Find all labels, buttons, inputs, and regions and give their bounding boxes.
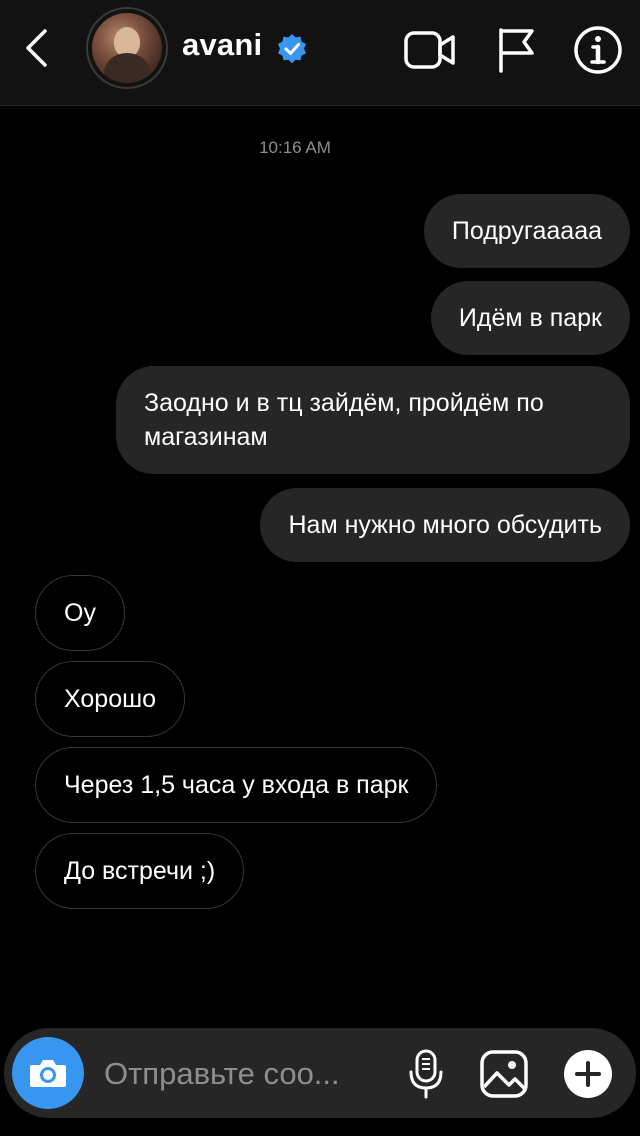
thread-timestamp: 10:16 AM [259, 138, 331, 157]
avatar-image [92, 13, 162, 83]
message-outgoing[interactable]: Нам нужно много обсудить [260, 488, 630, 562]
message-incoming[interactable]: До встречи ;) [35, 833, 245, 909]
message-outgoing[interactable]: Идём в парк [430, 281, 630, 355]
plus-icon [564, 1050, 612, 1098]
verified-badge-icon [278, 34, 306, 64]
message-outgoing[interactable]: Заодно и в тц зайдём, пройдём по магазин… [116, 366, 630, 474]
message-outgoing[interactable]: Подругааааа [423, 194, 630, 268]
message-text: Через 1,5 часа у входа в парк [64, 771, 409, 799]
camera-button[interactable] [12, 1037, 84, 1109]
camera-icon [30, 1060, 66, 1087]
message-text: До встречи ;) [64, 857, 216, 885]
message-text: Хорошо [64, 685, 157, 713]
info-icon [574, 26, 622, 74]
gallery-button[interactable] [476, 1046, 532, 1102]
message-text: Подругааааа [451, 217, 602, 245]
message-text: Оу [64, 599, 96, 627]
message-input[interactable] [102, 1048, 386, 1100]
message-incoming[interactable]: Оу [35, 575, 125, 651]
more-options-button[interactable] [560, 1046, 616, 1102]
username[interactable]: avani [182, 27, 262, 63]
message-incoming[interactable]: Через 1,5 часа у входа в парк [35, 747, 438, 823]
video-call-icon [404, 31, 455, 69]
message-incoming[interactable]: Хорошо [35, 661, 186, 737]
flag-icon [499, 28, 534, 73]
message-text: Идём в парк [458, 304, 602, 332]
message-text: Заодно и в тц зайдём, пройдём по магазин… [144, 389, 544, 451]
avatar[interactable] [86, 7, 168, 89]
video-call-button[interactable] [402, 22, 458, 78]
message-composer [4, 1028, 636, 1118]
thread-header: avani [0, 0, 640, 106]
back-icon [26, 29, 47, 67]
voice-message-button[interactable] [398, 1046, 454, 1102]
message-text: Нам нужно много обсудить [288, 511, 602, 539]
info-button[interactable] [570, 22, 626, 78]
microphone-icon [409, 1049, 443, 1099]
back-button[interactable] [14, 24, 58, 72]
report-button[interactable] [488, 22, 544, 78]
gallery-icon [480, 1050, 528, 1098]
